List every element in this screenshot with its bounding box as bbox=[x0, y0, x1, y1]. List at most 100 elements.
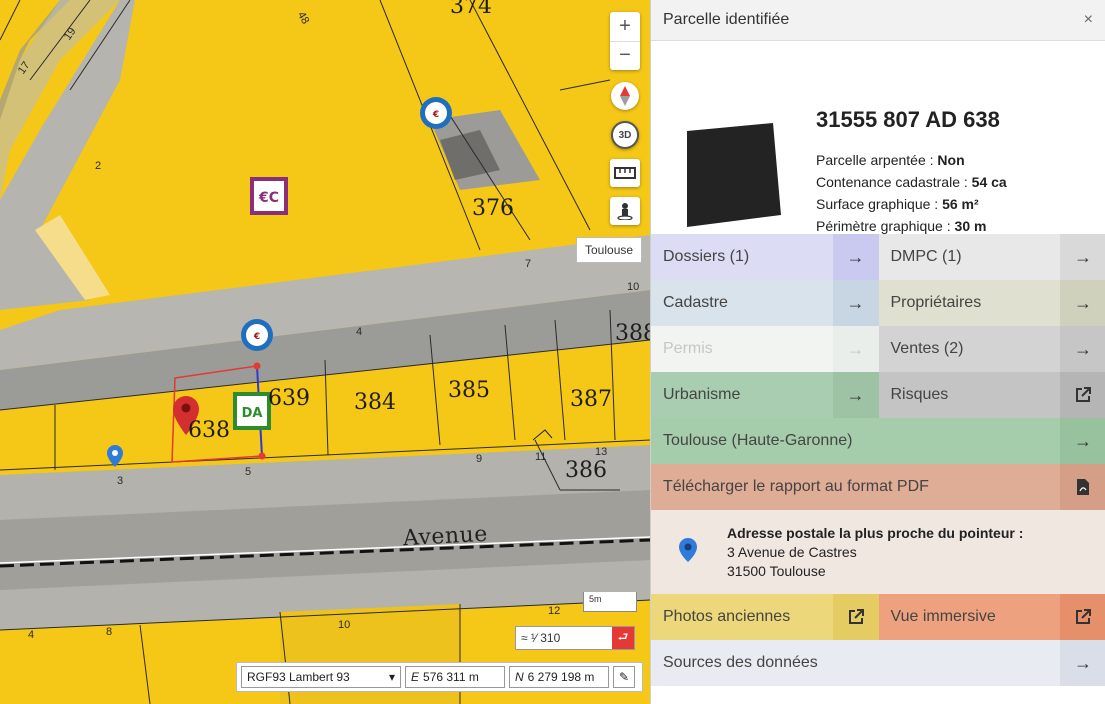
parcel-shape-icon bbox=[687, 123, 781, 227]
nearest-address: Adresse postale la plus proche du pointe… bbox=[651, 510, 1105, 594]
person-icon bbox=[617, 203, 633, 220]
svg-text:€: € bbox=[432, 110, 439, 120]
dossiers-button[interactable]: Dossiers (1) → bbox=[651, 234, 879, 280]
parcel-id: 31555 807 AD 638 bbox=[816, 107, 1000, 132]
east-value: 576 311 m bbox=[423, 670, 479, 684]
immersive-view-button[interactable]: Vue immersive bbox=[878, 594, 1105, 640]
parcel-number: 384 bbox=[354, 390, 396, 415]
ruler-icon bbox=[614, 167, 636, 179]
coordinates-bar: RGF93 Lambert 93 ▾ E 576 311 m N 6 279 1… bbox=[236, 662, 643, 692]
north-coordinate-field[interactable]: N 6 279 198 m bbox=[509, 666, 609, 688]
arrow-right-icon: → bbox=[832, 372, 879, 418]
arrow-right-icon: → bbox=[1060, 234, 1105, 280]
street-number: 10 bbox=[338, 619, 351, 631]
street-number: 5 bbox=[245, 466, 252, 478]
street-number: 8 bbox=[106, 626, 113, 638]
east-coordinate-field[interactable]: E 576 311 m bbox=[405, 666, 505, 688]
address-heading: Adresse postale la plus proche du pointe… bbox=[727, 525, 1024, 541]
arrow-right-icon: → bbox=[1060, 326, 1105, 372]
fact-surveyed: Parcelle arpentée : Non bbox=[816, 152, 965, 168]
external-link-icon bbox=[1060, 372, 1105, 418]
street-number: 2 bbox=[95, 160, 102, 172]
svg-text:DA: DA bbox=[242, 406, 263, 421]
download-report-button[interactable]: Télécharger le rapport au format PDF bbox=[651, 464, 1105, 510]
east-prefix: E bbox=[411, 670, 420, 684]
permits-button[interactable]: Permis → bbox=[651, 326, 879, 372]
action-grid: Dossiers (1) → DMPC (1) → Cadastre → Pro… bbox=[651, 234, 1105, 686]
location-pin-icon bbox=[679, 538, 697, 562]
pdf-icon bbox=[1060, 464, 1105, 510]
parcel-summary: 31555 807 AD 638 Parcelle arpentée : Non… bbox=[651, 41, 1105, 234]
parcel-facts: Parcelle arpentée : Non Contenance cadas… bbox=[816, 149, 1007, 237]
risks-button[interactable]: Risques bbox=[878, 372, 1105, 418]
pen-icon: ✎ bbox=[618, 670, 630, 684]
commune-button[interactable]: Toulouse (Haute-Garonne) → bbox=[651, 418, 1105, 464]
scale-bar: 5m bbox=[583, 592, 637, 612]
svg-text:€: € bbox=[253, 332, 260, 342]
scale-ratio-control: ≈ ¹⁄ 310 ⮐ bbox=[515, 626, 635, 650]
parcel-number: 374 bbox=[450, 0, 492, 19]
sales-button[interactable]: Ventes (2) → bbox=[878, 326, 1105, 372]
address-line1: 3 Avenue de Castres bbox=[727, 544, 857, 560]
arrow-right-icon: → bbox=[1060, 280, 1105, 326]
address-line2: 31500 Toulouse bbox=[727, 563, 826, 579]
parcel-number: 388 bbox=[615, 321, 650, 346]
arrow-right-icon: → bbox=[1060, 640, 1105, 686]
compass-icon bbox=[620, 86, 630, 106]
zoom-out-button[interactable]: − bbox=[610, 40, 640, 71]
data-sources-button[interactable]: Sources des données → bbox=[651, 640, 1105, 686]
dossier-poi-icon: € bbox=[241, 319, 273, 351]
street-number: 10 bbox=[627, 281, 640, 293]
parcel-number: 639 bbox=[268, 386, 310, 411]
street-name-label: Avenue bbox=[402, 521, 489, 552]
fact-cadastral-area: Contenance cadastrale : 54 ca bbox=[816, 174, 1007, 190]
edit-coordinates-button[interactable]: ✎ bbox=[613, 666, 635, 688]
projection-value: RGF93 Lambert 93 bbox=[247, 670, 350, 684]
arrow-right-icon: → bbox=[832, 280, 879, 326]
arrow-right-icon: → bbox=[1060, 418, 1105, 464]
city-tooltip: Toulouse bbox=[576, 237, 643, 263]
projection-select[interactable]: RGF93 Lambert 93 ▾ bbox=[241, 666, 401, 688]
fact-graphic-surface: Surface graphique : 56 m² bbox=[816, 196, 979, 212]
compass-button[interactable] bbox=[611, 82, 639, 110]
street-number: 4 bbox=[28, 629, 35, 641]
street-number: 11 bbox=[535, 451, 547, 463]
old-photos-button[interactable]: Photos anciennes bbox=[651, 594, 879, 640]
map-canvas[interactable]: €C DA € € bbox=[0, 0, 650, 704]
arrow-right-icon: → bbox=[832, 234, 879, 280]
view-3d-button[interactable]: 3D bbox=[611, 121, 639, 149]
external-link-icon bbox=[1060, 594, 1105, 640]
street-number: 13 bbox=[595, 446, 608, 458]
parcel-number-selected: 638 bbox=[188, 418, 230, 443]
arrow-right-icon: → bbox=[832, 326, 879, 372]
street-number: 7 bbox=[525, 258, 532, 270]
street-number: 3 bbox=[117, 475, 124, 487]
panel-title: Parcelle identifiée bbox=[663, 11, 790, 28]
north-prefix: N bbox=[515, 670, 524, 684]
parcel-number: 376 bbox=[472, 196, 514, 221]
parcel-number: 385 bbox=[448, 378, 490, 403]
close-icon[interactable]: × bbox=[1084, 11, 1093, 29]
parcel-number: 386 bbox=[565, 458, 607, 483]
svg-text:€C: €C bbox=[258, 190, 279, 206]
street-number: 4 bbox=[356, 326, 363, 338]
dmpc-button[interactable]: DMPC (1) → bbox=[878, 234, 1105, 280]
street-number: 9 bbox=[476, 453, 483, 465]
return-icon[interactable]: ⮐ bbox=[612, 627, 634, 649]
street-number: 12 bbox=[548, 605, 561, 617]
street-view-button[interactable] bbox=[610, 197, 640, 225]
zoom-in-button[interactable]: + bbox=[610, 12, 640, 41]
panel-header: Parcelle identifiée × bbox=[651, 0, 1105, 41]
scale-ratio-value[interactable]: ≈ ¹⁄ 310 bbox=[516, 631, 612, 645]
zoom-control: + − bbox=[610, 12, 640, 70]
dropdown-caret-icon: ▾ bbox=[388, 670, 395, 684]
urbanism-button[interactable]: Urbanisme → bbox=[651, 372, 879, 418]
map-view[interactable]: €C DA € € 374 376 384 385 387 388 386 63… bbox=[0, 0, 650, 704]
dossier-poi-icon: € bbox=[420, 97, 452, 129]
parcel-number: 387 bbox=[570, 387, 612, 412]
cadastre-button[interactable]: Cadastre → bbox=[651, 280, 879, 326]
owners-button[interactable]: Propriétaires → bbox=[878, 280, 1105, 326]
north-value: 6 279 198 m bbox=[527, 670, 595, 684]
measure-button[interactable] bbox=[610, 159, 640, 187]
parcel-panel: Parcelle identifiée × 31555 807 AD 638 P… bbox=[650, 0, 1105, 704]
